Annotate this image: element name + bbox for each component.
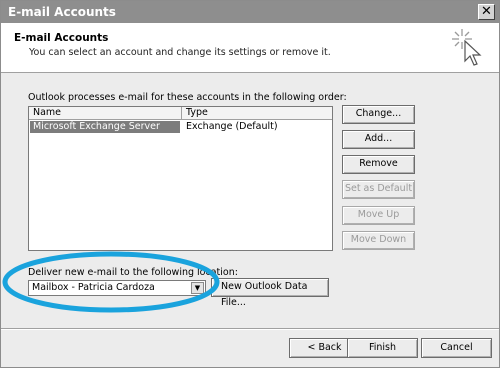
finish-button[interactable]: Finish (347, 338, 418, 358)
title-bar: E-mail Accounts ✕ (1, 1, 499, 23)
accounts-list[interactable]: Name Type Microsoft Exchange Server Exch… (28, 106, 333, 251)
email-accounts-dialog: E-mail Accounts ✕ E-mail Accounts You ca… (0, 0, 500, 368)
wizard-header: E-mail Accounts You can select an accoun… (1, 23, 499, 73)
window-title: E-mail Accounts (8, 5, 116, 19)
list-item[interactable]: Microsoft Exchange Server Exchange (Defa… (29, 121, 332, 133)
cancel-button[interactable]: Cancel (421, 338, 492, 358)
footer-divider (1, 328, 499, 330)
change-button[interactable]: Change... (342, 105, 415, 124)
accounts-order-label: Outlook processes e-mail for these accou… (28, 92, 347, 103)
add-button[interactable]: Add... (342, 130, 415, 149)
wizard-sparkle-cursor-icon (452, 29, 482, 66)
header-subtitle: You can select an account and change its… (29, 47, 331, 58)
deliver-location-label: Deliver new e-mail to the following loca… (28, 267, 238, 278)
move-up-button[interactable]: Move Up (342, 206, 415, 225)
column-header-name[interactable]: Name (29, 107, 182, 120)
remove-button[interactable]: Remove (342, 155, 415, 174)
dropdown-selected-value: Mailbox - Patricia Cardoza (32, 282, 155, 293)
chevron-down-icon[interactable]: ▼ (191, 282, 204, 294)
move-down-button[interactable]: Move Down (342, 231, 415, 250)
header-title: E-mail Accounts (14, 32, 109, 44)
column-header-type[interactable]: Type (182, 107, 332, 120)
list-header: Name Type (29, 107, 332, 120)
account-name-cell[interactable]: Microsoft Exchange Server (30, 121, 180, 133)
set-as-default-button[interactable]: Set as Default (342, 180, 415, 199)
account-type-cell[interactable]: Exchange (Default) (184, 121, 278, 133)
close-button[interactable]: ✕ (478, 4, 495, 20)
delivery-location-dropdown[interactable]: Mailbox - Patricia Cardoza ▼ (28, 280, 206, 296)
new-outlook-data-file-button[interactable]: New Outlook Data File... (211, 278, 329, 308)
